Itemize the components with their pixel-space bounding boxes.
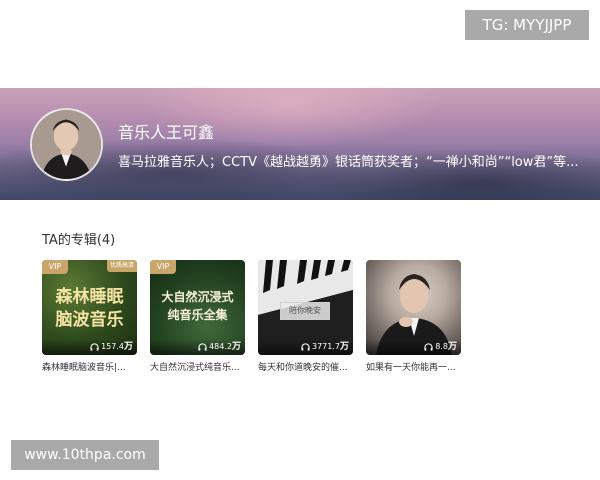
play-count-unit: 万	[123, 342, 133, 352]
cover-label: 陪你晚安	[280, 302, 330, 320]
artist-description: 喜马拉雅音乐人；CCTV《越战越勇》银话筒获奖者；“一禅小和尚”“low君”等.…	[118, 155, 579, 170]
headphones-icon	[301, 342, 310, 351]
quality-badge: 优质高清	[106, 260, 137, 272]
artist-avatar[interactable]	[30, 108, 103, 181]
album-title[interactable]: 森林睡眠脑波音乐|...	[42, 360, 137, 373]
albums-section-title: TA的专辑(4)	[42, 233, 116, 248]
headphones-icon	[198, 342, 207, 351]
headphones-icon	[90, 342, 99, 351]
album-cover[interactable]: 陪你晚安 3771.7万	[258, 260, 353, 355]
album-card[interactable]: 8.8万 如果有一天你能再一...	[366, 260, 461, 373]
play-count-unit: 万	[447, 342, 457, 352]
play-count: 8.8万	[366, 339, 461, 355]
album-card[interactable]: 陪你晚安 3771.7万 每天和你道晚安的催...	[258, 260, 353, 373]
cover-title-line: 大自然沉浸式	[161, 290, 234, 304]
album-card[interactable]: VIP 优质高清 森林睡眠 脑波音乐 157.4万 森林睡眠脑波音乐|...	[42, 260, 137, 373]
vip-badge: VIP	[150, 260, 176, 274]
cover-title-line: 脑波音乐	[55, 310, 124, 330]
play-count-unit: 万	[231, 342, 241, 352]
person-portrait-icon	[32, 110, 101, 179]
play-count-value: 157.4	[101, 342, 124, 351]
album-card[interactable]: VIP 大自然沉浸式 纯音乐全集 484.2万 大自然沉浸式纯音乐...	[150, 260, 245, 373]
play-count: 3771.7万	[258, 339, 353, 355]
album-title[interactable]: 每天和你道晚安的催...	[258, 360, 353, 373]
album-cover[interactable]: VIP 大自然沉浸式 纯音乐全集 484.2万	[150, 260, 245, 355]
play-count: 157.4万	[42, 339, 137, 355]
play-count-value: 8.8	[435, 342, 448, 351]
site-watermark: www.10thpa.com	[11, 440, 159, 470]
cover-title-line: 森林睡眠	[55, 287, 124, 307]
artist-name: 音乐人王可鑫	[118, 123, 215, 142]
vip-badge: VIP	[42, 260, 68, 274]
headphones-icon	[424, 342, 433, 351]
play-count: 484.2万	[150, 339, 245, 355]
album-title[interactable]: 如果有一天你能再一...	[366, 360, 461, 373]
cover-title-line: 纯音乐全集	[167, 308, 228, 322]
play-count-value: 484.2	[209, 342, 232, 351]
album-cover[interactable]: 8.8万	[366, 260, 461, 355]
telegram-watermark: TG: MYYJJPP	[465, 10, 589, 40]
play-count-value: 3771.7	[311, 342, 340, 351]
album-title[interactable]: 大自然沉浸式纯音乐...	[150, 360, 245, 373]
album-cover[interactable]: VIP 优质高清 森林睡眠 脑波音乐 157.4万	[42, 260, 137, 355]
play-count-unit: 万	[339, 342, 349, 352]
